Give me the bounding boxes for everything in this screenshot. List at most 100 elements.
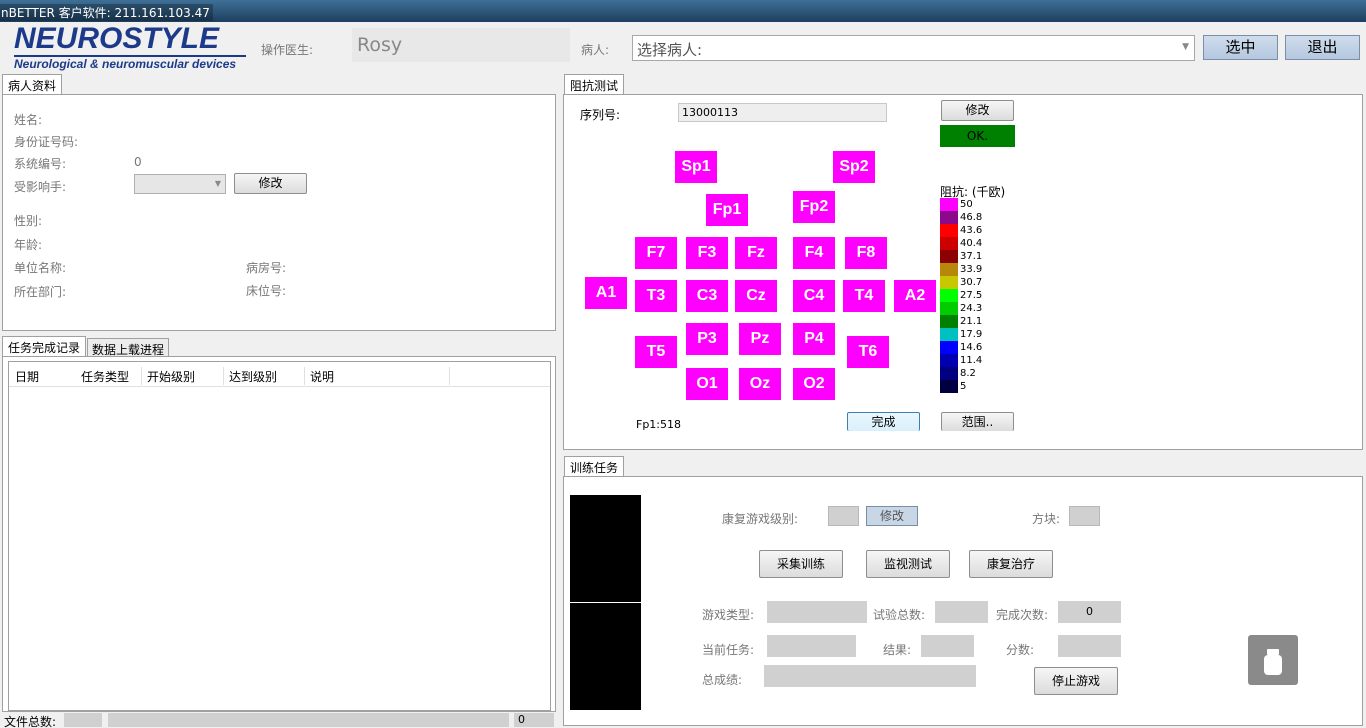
- stop-game-button[interactable]: 停止游戏: [1034, 667, 1118, 695]
- electrode-f4[interactable]: F4: [793, 237, 835, 269]
- column-description[interactable]: 说明: [310, 368, 334, 385]
- file-total-field: [64, 713, 102, 727]
- column-start-level[interactable]: 开始级别: [147, 368, 195, 385]
- sysno-value: 0: [134, 155, 142, 169]
- chevron-down-icon: ▼: [214, 179, 221, 188]
- trial-total-field: [935, 601, 988, 623]
- electrode-f8[interactable]: F8: [845, 237, 887, 269]
- range-button[interactable]: 范围..: [941, 412, 1014, 431]
- electrode-a2[interactable]: A2: [894, 280, 936, 312]
- handed-select[interactable]: ▼: [134, 174, 226, 194]
- serial-field[interactable]: 13000113: [678, 103, 887, 122]
- electrode-p3[interactable]: P3: [686, 323, 728, 355]
- result-label: 结果:: [883, 643, 912, 657]
- legend-label: 30.7: [960, 277, 983, 288]
- tab-impedance[interactable]: 阻抗测试: [564, 74, 625, 94]
- electrode-c3[interactable]: C3: [686, 280, 728, 312]
- legend-item: 37.1: [940, 250, 1020, 263]
- legend-swatch: [940, 211, 958, 224]
- exit-button[interactable]: 退出: [1285, 35, 1360, 60]
- legend-label: 11.4: [960, 355, 983, 366]
- legend-item: 50: [940, 198, 1020, 211]
- electrode-cz[interactable]: Cz: [735, 280, 777, 312]
- legend-swatch: [940, 315, 958, 328]
- legend-label: 40.4: [960, 238, 983, 249]
- electrode-a1[interactable]: A1: [585, 277, 627, 309]
- block-field[interactable]: [1069, 506, 1100, 526]
- impedance-readout: Fp1:518: [636, 418, 682, 431]
- electrode-c4[interactable]: C4: [793, 280, 835, 312]
- column-date[interactable]: 日期: [15, 368, 39, 385]
- tab-task-records[interactable]: 任务完成记录: [2, 336, 87, 356]
- legend-item: 27.5: [940, 289, 1020, 302]
- sysno-label: 系统编号:: [14, 157, 67, 171]
- electrode-sp1[interactable]: Sp1: [675, 151, 717, 183]
- electrode-f7[interactable]: F7: [635, 237, 677, 269]
- level-edit-button[interactable]: 修改: [866, 506, 918, 526]
- level-field[interactable]: [828, 506, 859, 526]
- electrode-fz[interactable]: Fz: [735, 237, 777, 269]
- usb-glyph: [1264, 649, 1282, 675]
- electrode-p4[interactable]: P4: [793, 323, 835, 355]
- legend-swatch: [940, 198, 958, 211]
- electrode-t4[interactable]: T4: [843, 280, 885, 312]
- legend-label: 5: [960, 381, 967, 392]
- legend-label: 8.2: [960, 368, 976, 379]
- collect-training-button[interactable]: 采集训练: [759, 550, 843, 578]
- rehab-therapy-button[interactable]: 康复治疗: [969, 550, 1053, 578]
- column-divider: [141, 367, 142, 385]
- tab-patient-info[interactable]: 病人资料: [2, 74, 63, 94]
- chevron-down-icon: ▼: [1182, 42, 1189, 52]
- table-header: 日期 任务类型 开始级别 达到级别 说明: [9, 365, 550, 387]
- column-task-type[interactable]: 任务类型: [81, 368, 129, 385]
- patient-label: 病人:: [581, 43, 610, 57]
- name-label: 姓名:: [14, 113, 43, 127]
- monitor-test-button[interactable]: 监视测试: [866, 550, 950, 578]
- game-type-label: 游戏类型:: [702, 608, 755, 622]
- select-button[interactable]: 选中: [1203, 35, 1278, 60]
- electrode-o1[interactable]: O1: [686, 368, 728, 400]
- electrode-sp2[interactable]: Sp2: [833, 151, 875, 183]
- legend-label: 46.8: [960, 212, 983, 223]
- total-score-field: [764, 665, 976, 687]
- legend-label: 27.5: [960, 290, 983, 301]
- electrode-t3[interactable]: T3: [635, 280, 677, 312]
- legend-swatch: [940, 276, 958, 289]
- electrode-pz[interactable]: Pz: [739, 323, 781, 355]
- electrode-f3[interactable]: F3: [686, 237, 728, 269]
- electrode-t6[interactable]: T6: [847, 336, 889, 368]
- electrode-fp2[interactable]: Fp2: [793, 191, 835, 223]
- electrode-o2[interactable]: O2: [793, 368, 835, 400]
- operator-value: Rosy: [357, 34, 403, 56]
- column-divider: [449, 367, 450, 385]
- upload-progress-bar: [108, 713, 509, 727]
- done-button[interactable]: 完成: [847, 412, 920, 431]
- operator-field: Rosy: [352, 28, 570, 62]
- title-bar: nBETTER 客户软件: 211.161.103.47: [0, 0, 1366, 22]
- legend-item: 11.4: [940, 354, 1020, 367]
- serial-label: 序列号:: [580, 108, 621, 122]
- tab-training[interactable]: 训练任务: [564, 456, 625, 476]
- window-title: nBETTER 客户软件: 211.161.103.47: [0, 4, 213, 21]
- electrode-t5[interactable]: T5: [635, 336, 677, 368]
- column-reached-level[interactable]: 达到级别: [229, 368, 277, 385]
- column-divider: [304, 367, 305, 385]
- result-field: [921, 635, 974, 657]
- legend-swatch: [940, 224, 958, 237]
- records-table[interactable]: 日期 任务类型 开始级别 达到级别 说明: [8, 361, 551, 711]
- legend-label: 17.9: [960, 329, 983, 340]
- current-task-label: 当前任务:: [702, 643, 755, 657]
- electrode-oz[interactable]: Oz: [739, 368, 781, 400]
- legend-swatch: [940, 328, 958, 341]
- serial-edit-button[interactable]: 修改: [941, 100, 1014, 121]
- legend-label: 14.6: [960, 342, 983, 353]
- trial-total-label: 试验总数:: [873, 608, 926, 622]
- usb-device-icon[interactable]: [1248, 635, 1298, 685]
- electrode-fp1[interactable]: Fp1: [706, 194, 748, 226]
- legend-label: 50: [960, 199, 973, 210]
- patient-select[interactable]: 选择病人: ▼: [632, 35, 1195, 61]
- tab-upload-progress[interactable]: 数据上载进程: [87, 338, 170, 357]
- patient-select-value: 选择病人:: [637, 41, 703, 59]
- unit-label: 单位名称:: [14, 261, 67, 275]
- patient-edit-button[interactable]: 修改: [234, 173, 307, 194]
